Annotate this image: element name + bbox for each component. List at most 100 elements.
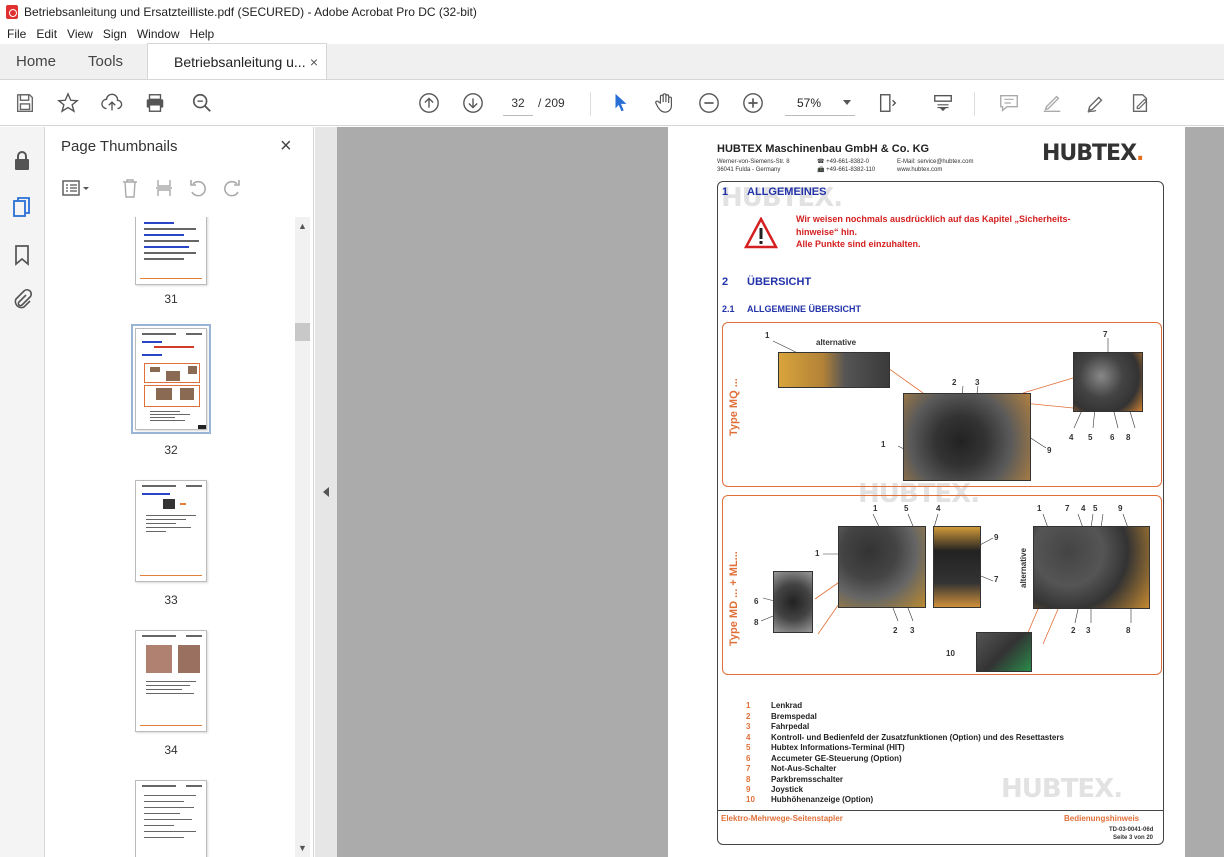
next-page-icon[interactable] xyxy=(461,91,485,115)
tab-document[interactable]: Betriebsanleitung u... × xyxy=(147,43,328,79)
menu-sign[interactable]: Sign xyxy=(98,27,132,41)
legend-text: Lenkrad xyxy=(771,701,803,710)
close-tab-icon[interactable]: × xyxy=(310,54,318,70)
upload-icon[interactable] xyxy=(100,91,124,115)
document-view[interactable]: HUBTEX Maschinenbau GmbH & Co. KG Werner… xyxy=(337,127,1224,857)
lock-icon[interactable] xyxy=(10,149,34,173)
warning-text-3: Alle Punkte sind einzuhalten. xyxy=(796,239,921,249)
zoom-level-value: 57% xyxy=(797,95,822,110)
legend-number: 2 xyxy=(746,712,751,721)
legend-text: Hubtex Informations-Terminal (HIT) xyxy=(771,743,905,752)
logo-text: HUBTEX xyxy=(1042,141,1137,166)
menu-bar: File Edit View Sign Window Help xyxy=(0,24,1224,44)
phone-number: ☎ +49-661-8382-0 xyxy=(817,159,870,165)
acrobat-icon xyxy=(6,5,18,19)
footer-right: Bedienungshinweis xyxy=(1064,814,1140,823)
zoom-out-icon[interactable] xyxy=(697,91,721,115)
bookmarks-icon[interactable] xyxy=(10,243,34,267)
thumbnail-options-icon[interactable] xyxy=(60,177,94,199)
photo-control-panel xyxy=(1073,352,1143,412)
select-cursor-icon[interactable] xyxy=(609,91,633,115)
extract-page-icon[interactable] xyxy=(152,177,176,199)
thumbnail-page-35[interactable] xyxy=(135,780,207,857)
tab-home[interactable]: Home xyxy=(0,43,72,79)
previous-page-icon[interactable] xyxy=(417,91,441,115)
close-panel-icon[interactable]: × xyxy=(280,135,292,158)
section-2-title: ÜBERSICHT xyxy=(747,276,812,288)
left-rail xyxy=(0,127,45,857)
website: www.hubtex.com xyxy=(897,167,943,173)
hand-tool-icon[interactable] xyxy=(653,91,677,115)
panel-title: Page Thumbnails xyxy=(61,138,178,155)
menu-help[interactable]: Help xyxy=(185,27,220,41)
legend-text: Accumeter GE-Steuerung (Option) xyxy=(771,754,902,763)
legend-number: 8 xyxy=(746,775,751,784)
scroll-up-icon[interactable]: ▲ xyxy=(298,221,307,231)
email-address: E-Mail: service@hubtex.com xyxy=(897,159,974,165)
company-name: HUBTEX Maschinenbau GmbH & Co. KG xyxy=(717,143,930,155)
thumbnail-page-33[interactable] xyxy=(135,480,207,582)
page-thumbnails-icon[interactable] xyxy=(10,195,34,219)
photo-joystick-md xyxy=(933,526,981,608)
zoom-level-select[interactable]: 57% xyxy=(785,90,855,116)
thumbnail-page-34[interactable] xyxy=(135,630,207,732)
zoom-in-icon[interactable] xyxy=(741,91,765,115)
menu-file[interactable]: File xyxy=(2,27,31,41)
legend-number: 6 xyxy=(746,754,751,763)
hubtex-logo: HUBTEX. xyxy=(1042,141,1144,166)
section-1-number: 1 xyxy=(722,186,729,198)
tab-tools[interactable]: Tools xyxy=(72,43,139,79)
sign-pen-icon[interactable] xyxy=(1084,91,1108,115)
toolbar-divider xyxy=(590,92,591,116)
main-toolbar: / 209 57% xyxy=(0,80,1224,126)
warning-text-1: Wir weisen nochmals ausdrücklich auf das… xyxy=(796,214,1071,224)
menu-window[interactable]: Window xyxy=(132,27,185,41)
attachment-icon[interactable] xyxy=(10,287,34,311)
bookmark-star-icon[interactable] xyxy=(56,91,80,115)
save-icon[interactable] xyxy=(13,91,37,115)
chevron-down-icon xyxy=(843,100,851,105)
scroll-down-icon[interactable]: ▼ xyxy=(298,843,307,853)
legend-text: Parkbremsschalter xyxy=(771,775,844,784)
callout-alternative: alternative xyxy=(1019,547,1028,588)
footer-doc-code: TD-03-0041-06d xyxy=(1109,827,1154,833)
thumbnail-page-32[interactable] xyxy=(131,324,211,434)
legend-text: Not-Aus-Schalter xyxy=(771,764,837,773)
legend-number: 10 xyxy=(746,795,755,804)
page-number-input[interactable] xyxy=(503,90,533,116)
page-thumbnails-panel: Page Thumbnails × 31 32 33 34 ▲ ▼ xyxy=(46,127,314,857)
panel-collapse-handle[interactable] xyxy=(315,127,337,857)
print-icon[interactable] xyxy=(143,91,167,115)
menu-view[interactable]: View xyxy=(62,27,98,41)
section-1-title: ALLGEMEINES xyxy=(747,186,827,198)
legend-number: 5 xyxy=(746,743,751,752)
page-fit-icon[interactable] xyxy=(876,91,900,115)
figure-type-mq: Type MQ ... alternative xyxy=(722,322,1162,487)
page-total: / 209 xyxy=(538,96,565,110)
thumbnail-page-31[interactable] xyxy=(135,217,207,285)
thumbnail-list: 31 32 33 34 xyxy=(46,217,294,857)
section-2-number: 2 xyxy=(722,276,729,288)
collapse-arrow-icon xyxy=(323,487,329,497)
photo-cabin-ml xyxy=(1033,526,1150,609)
fill-sign-icon[interactable] xyxy=(1128,91,1152,115)
thumbnail-scrollbar[interactable]: ▲ ▼ xyxy=(295,217,310,857)
comment-icon[interactable] xyxy=(997,91,1021,115)
photo-cabin-md xyxy=(838,526,926,608)
scroll-mode-icon[interactable] xyxy=(931,91,955,115)
highlight-pen-icon[interactable] xyxy=(1040,91,1064,115)
rotate-left-icon[interactable] xyxy=(186,177,210,199)
fax-number: 📠 +49-661-8382-110 xyxy=(817,167,876,173)
address-line-2: 36041 Fulda - Germany xyxy=(717,167,781,173)
legend-number: 9 xyxy=(746,785,751,794)
footer-left: Elektro-Mehrwege-Seitenstapler xyxy=(721,814,843,823)
footer-page-number: Seite 3 von 20 xyxy=(1113,835,1154,841)
delete-page-icon[interactable] xyxy=(118,177,142,199)
rotate-right-icon[interactable] xyxy=(220,177,244,199)
menu-edit[interactable]: Edit xyxy=(31,27,62,41)
thumbnail-label: 31 xyxy=(164,292,178,306)
title-bar: Betriebsanleitung und Ersatzteilliste.pd… xyxy=(0,0,1224,24)
zoom-search-icon[interactable] xyxy=(190,91,214,115)
logo-dot: . xyxy=(1136,141,1144,166)
scrollbar-thumb[interactable] xyxy=(295,323,310,341)
